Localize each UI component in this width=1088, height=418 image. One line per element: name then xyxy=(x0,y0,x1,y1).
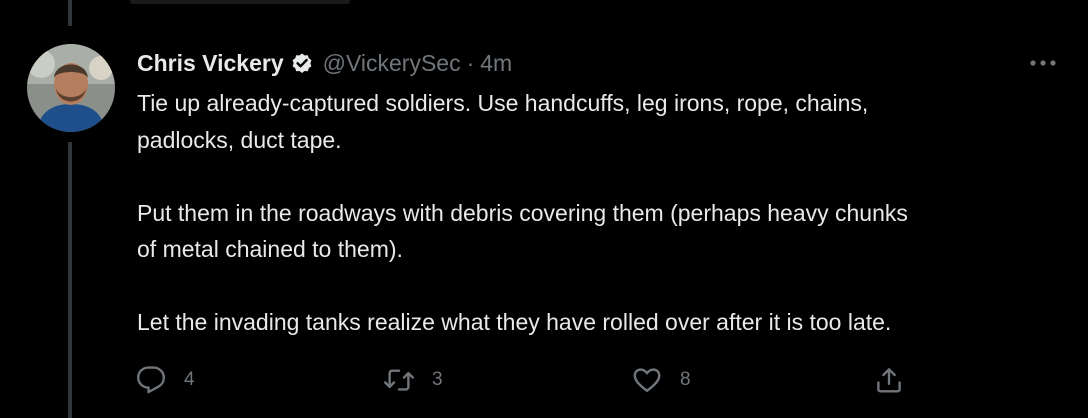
author-name[interactable]: Chris Vickery xyxy=(137,50,284,77)
timestamp[interactable]: 4m xyxy=(480,50,512,77)
tweet-text: Tie up already-captured soldiers. Use ha… xyxy=(137,85,1067,341)
separator-dot: · xyxy=(466,49,475,76)
reply-bubble-icon xyxy=(136,365,166,395)
retweet-button[interactable]: 3 xyxy=(384,360,443,400)
thread-line-top xyxy=(68,0,72,26)
share-button[interactable] xyxy=(874,360,904,400)
like-count: 8 xyxy=(680,369,691,390)
avatar[interactable] xyxy=(27,44,115,132)
tweet-header: Chris Vickery @VickerySec · 4m xyxy=(137,46,512,80)
verified-badge-icon xyxy=(290,51,314,75)
share-upload-icon xyxy=(874,365,904,395)
like-button[interactable]: 8 xyxy=(632,360,691,400)
previous-tweet-edge xyxy=(130,0,350,4)
tweet-text-line: padlocks, duct tape. xyxy=(137,126,342,153)
retweet-arrows-icon xyxy=(384,365,414,395)
tweet-text-line: Put them in the roadways with debris cov… xyxy=(137,199,908,226)
tweet-text-line: Let the invading tanks realize what they… xyxy=(137,309,892,335)
reply-count: 4 xyxy=(184,369,195,390)
reply-button[interactable]: 4 xyxy=(136,360,195,400)
tweet-text-line: of metal chained to them). xyxy=(137,236,403,262)
heart-icon xyxy=(632,365,662,395)
tweet-actions: 4 3 8 xyxy=(0,360,1088,400)
tweet-text-line: Tie up already-captured soldiers. Use ha… xyxy=(137,90,869,116)
more-horizontal-icon[interactable] xyxy=(1026,51,1060,75)
author-handle[interactable]: @VickerySec xyxy=(323,50,461,77)
retweet-count: 3 xyxy=(432,369,443,390)
